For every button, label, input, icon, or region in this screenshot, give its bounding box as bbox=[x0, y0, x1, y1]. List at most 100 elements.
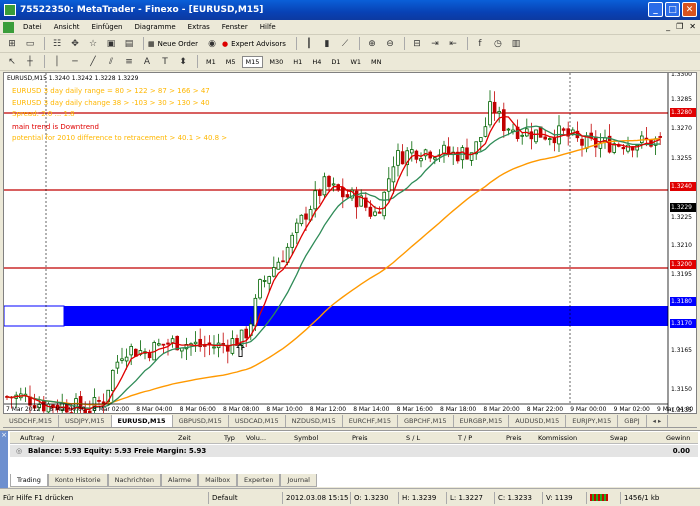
chart-tab[interactable]: USDCAD,M15 bbox=[229, 415, 286, 427]
terminal-tab[interactable]: Experten bbox=[237, 474, 281, 487]
metaeditor-icon[interactable]: ◉ bbox=[204, 37, 220, 51]
maximize-button[interactable]: □ bbox=[665, 2, 680, 17]
info-retracement: potential for 2010 difference to retrace… bbox=[12, 134, 228, 142]
menu-extras[interactable]: Extras bbox=[182, 23, 216, 31]
chart-tab[interactable]: GBPCHF,M15 bbox=[398, 415, 454, 427]
crosshair-icon[interactable]: ┼ bbox=[22, 55, 38, 69]
zoom-in-icon[interactable]: ⊕ bbox=[364, 37, 380, 51]
terminal-tab[interactable]: Trading bbox=[10, 474, 48, 487]
terminal-tab[interactable]: Konto Historie bbox=[47, 474, 108, 487]
col-time[interactable]: Zeit bbox=[178, 434, 191, 442]
timeframe-w1[interactable]: W1 bbox=[346, 56, 365, 68]
vertical-line-icon[interactable]: │ bbox=[49, 55, 65, 69]
candle-body bbox=[497, 111, 501, 114]
terminal-tab[interactable]: Mailbox bbox=[198, 474, 238, 487]
new-order-button[interactable]: ▦ Neue Order bbox=[148, 40, 198, 48]
expert-advisors-icon: ● bbox=[222, 39, 229, 48]
col-order[interactable]: Auftrag bbox=[20, 434, 44, 442]
chart-tab[interactable]: GBPJ bbox=[618, 415, 647, 427]
terminal-tab[interactable]: Journal bbox=[280, 474, 317, 487]
col-swap[interactable]: Swap bbox=[610, 434, 628, 442]
time-label: 8 Mar 06:00 bbox=[179, 406, 216, 413]
menu-datei[interactable]: Datei bbox=[17, 23, 48, 31]
menu-fenster[interactable]: Fenster bbox=[216, 23, 254, 31]
indicators-icon[interactable]: f bbox=[472, 37, 488, 51]
price-label: 1.3280 bbox=[670, 108, 696, 117]
balance-row[interactable]: ◎ Balance: 5.93 Equity: 5.93 Freie Margi… bbox=[10, 445, 698, 457]
candle-body bbox=[409, 149, 414, 154]
info-daily-change: EURUSD 3 day daily change 38 > -103 > 30… bbox=[12, 99, 210, 107]
chart-tab[interactable]: NZDUSD,M15 bbox=[286, 415, 343, 427]
col-profit[interactable]: Gewinn bbox=[666, 434, 690, 442]
mdi-restore-button[interactable]: ❐ bbox=[676, 22, 683, 31]
chart-tab[interactable]: EURUSD,M15 bbox=[111, 415, 173, 427]
close-button[interactable]: ✕ bbox=[682, 2, 697, 17]
chart-tab[interactable]: AUDUSD,M15 bbox=[509, 415, 567, 427]
autoscroll-icon[interactable]: ⇥ bbox=[427, 37, 443, 51]
fibonacci-icon[interactable]: ≡ bbox=[121, 55, 137, 69]
terminal-icon[interactable]: ▣ bbox=[103, 37, 119, 51]
timeframe-m1[interactable]: M1 bbox=[202, 56, 220, 68]
horizontal-line-icon[interactable]: ─ bbox=[67, 55, 83, 69]
timeframe-mn[interactable]: MN bbox=[367, 56, 385, 68]
mdi-close-button[interactable]: ✕ bbox=[689, 22, 696, 31]
timeframe-m5[interactable]: M5 bbox=[222, 56, 240, 68]
col-symbol[interactable]: Symbol bbox=[294, 434, 318, 442]
templates-icon[interactable]: ▥ bbox=[508, 37, 524, 51]
candle-body bbox=[400, 151, 405, 165]
cursor-icon[interactable]: ↖ bbox=[4, 55, 20, 69]
menu-einfuegen[interactable]: Einfügen bbox=[86, 23, 129, 31]
bar-chart-icon[interactable]: ┃ bbox=[301, 37, 317, 51]
menu-diagramme[interactable]: Diagramme bbox=[128, 23, 181, 31]
navigator-icon[interactable]: ☆ bbox=[85, 37, 101, 51]
col-price[interactable]: Preis bbox=[352, 434, 368, 442]
periods-icon[interactable]: ◷ bbox=[490, 37, 506, 51]
chart-tab[interactable]: GBPUSD,M15 bbox=[173, 415, 229, 427]
new-chart-icon[interactable]: ⊞ bbox=[4, 37, 20, 51]
col-sl[interactable]: S / L bbox=[406, 434, 420, 442]
timeframe-h4[interactable]: H4 bbox=[308, 56, 325, 68]
price-chart[interactable]: EURUSD,M15 1.3240 1.3242 1.3228 1.3229 E… bbox=[3, 72, 697, 414]
col-commission[interactable]: Kommission bbox=[538, 434, 577, 442]
market-watch-icon[interactable]: ☷ bbox=[49, 37, 65, 51]
col-volume[interactable]: Volu... bbox=[246, 434, 266, 442]
chart-window-icon[interactable] bbox=[3, 21, 14, 33]
chart-tab[interactable]: EURJPY,M15 bbox=[566, 415, 619, 427]
col-tp[interactable]: T / P bbox=[458, 434, 472, 442]
menu-ansicht[interactable]: Ansicht bbox=[48, 23, 86, 31]
text-label-icon[interactable]: T bbox=[157, 55, 173, 69]
terminal-close-icon[interactable]: × bbox=[0, 431, 8, 439]
candle-body bbox=[336, 184, 340, 191]
channel-icon[interactable]: ⫽ bbox=[103, 55, 119, 69]
expert-advisors-button[interactable]: ● Expert Advisors bbox=[222, 40, 286, 48]
chart-tab[interactable]: USDCHF,M15 bbox=[3, 415, 59, 427]
minimize-button[interactable]: _ bbox=[648, 2, 663, 17]
chart-tab[interactable]: EURGBP,M15 bbox=[454, 415, 510, 427]
col-type[interactable]: Typ bbox=[224, 434, 235, 442]
text-icon[interactable]: A bbox=[139, 55, 155, 69]
line-chart-icon[interactable]: ⟋ bbox=[337, 37, 353, 51]
tile-windows-icon[interactable]: ⊟ bbox=[409, 37, 425, 51]
strategy-tester-icon[interactable]: ▤ bbox=[121, 37, 137, 51]
menu-hilfe[interactable]: Hilfe bbox=[254, 23, 282, 31]
chart-shift-icon[interactable]: ⇤ bbox=[445, 37, 461, 51]
trendline-icon[interactable]: ╱ bbox=[85, 55, 101, 69]
terminal-tab[interactable]: Nachrichten bbox=[107, 474, 161, 487]
arrows-icon[interactable]: ⬍ bbox=[175, 55, 191, 69]
timeframe-h1[interactable]: H1 bbox=[289, 56, 306, 68]
candle-body bbox=[501, 109, 506, 132]
chart-tab[interactable]: USDJPY,M15 bbox=[59, 415, 112, 427]
timeframe-d1[interactable]: D1 bbox=[327, 56, 344, 68]
profiles-icon[interactable]: ▭ bbox=[22, 37, 38, 51]
candlestick-icon[interactable]: ▮ bbox=[319, 37, 335, 51]
chart-tab[interactable]: EURCHF,M15 bbox=[343, 415, 398, 427]
chart-canvas[interactable] bbox=[4, 73, 697, 414]
col-price-current[interactable]: Preis bbox=[506, 434, 522, 442]
zoom-out-icon[interactable]: ⊖ bbox=[382, 37, 398, 51]
mdi-minimize-button[interactable]: _ bbox=[666, 22, 670, 31]
timeframe-m30[interactable]: M30 bbox=[265, 56, 287, 68]
data-window-icon[interactable]: ✥ bbox=[67, 37, 83, 51]
timeframe-m15[interactable]: M15 bbox=[241, 55, 264, 68]
chart-tab-scroll-icon[interactable]: ◂ ▸ bbox=[647, 415, 669, 427]
terminal-tab[interactable]: Alarme bbox=[160, 474, 199, 487]
